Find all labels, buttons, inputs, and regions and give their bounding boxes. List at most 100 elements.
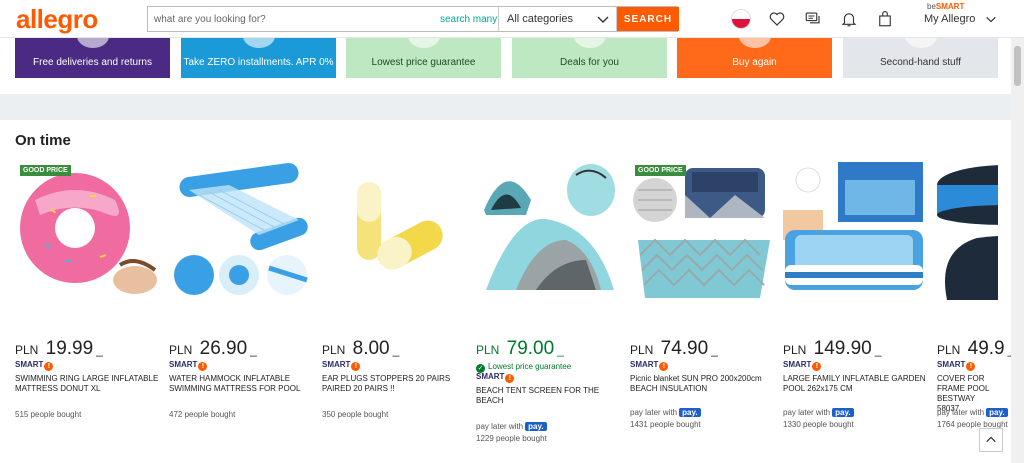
smart-icon: !	[966, 362, 976, 371]
shopping-bag-icon	[879, 10, 891, 27]
scrollbar-thumb[interactable]	[1014, 46, 1021, 86]
tile-label: Deals for you	[560, 57, 619, 68]
product-price: PLN 79.00 _	[476, 338, 564, 360]
allegro-logo[interactable]: allegro	[16, 4, 98, 35]
smart-label: SMART	[783, 360, 812, 369]
price-currency: PLN	[630, 343, 654, 357]
search-bar: search many All categories SEARCH	[147, 6, 679, 32]
price-currency: PLN	[937, 343, 961, 357]
back-to-top-button[interactable]	[979, 428, 1003, 452]
category-tile[interactable]: Free deliveries and returns	[15, 38, 170, 78]
page-scrollbar[interactable]	[1011, 38, 1024, 463]
product-price: PLN 26.90 _	[169, 338, 257, 360]
smart-badge: SMART!	[937, 360, 976, 371]
product-price: PLN 74.90 _	[630, 338, 718, 360]
lowest-price-label: Lowest price guarantee	[488, 362, 572, 371]
tile-icon	[573, 38, 606, 48]
smart-badge: SMART!	[630, 360, 669, 371]
smart-badge: SMART!	[476, 372, 515, 383]
pay-logo: pay.	[679, 408, 701, 417]
pay-later-label: pay later with	[630, 408, 678, 417]
tile-icon	[242, 38, 275, 48]
smart-label: SMART	[476, 372, 505, 381]
tile-icon	[738, 38, 771, 48]
category-tile[interactable]: Buy again	[677, 38, 832, 78]
product-title[interactable]: EAR PLUGS STOPPERS 20 PAIRS PAIRED 20 PA…	[322, 374, 467, 394]
product-image[interactable]	[169, 160, 312, 302]
category-select[interactable]: All categories	[499, 7, 617, 31]
people-bought: 350 people bought	[322, 410, 389, 419]
product-image[interactable]	[15, 160, 158, 302]
smart-badge: SMART!	[322, 360, 361, 371]
people-bought: 1330 people bought	[783, 420, 854, 429]
price-value: 49.9	[967, 338, 1005, 359]
product-image[interactable]	[322, 160, 465, 302]
price-currency: PLN	[322, 343, 346, 357]
product-title[interactable]: LARGE FAMILY INFLATABLE GARDEN POOL 262x…	[783, 374, 928, 394]
product-image[interactable]	[783, 160, 926, 302]
chat-icon	[805, 12, 820, 24]
price-value: 19.99	[45, 338, 94, 359]
product-card[interactable]: PLN 26.90 _ SMART! WATER HAMMOCK INFLATABLE…	[169, 160, 312, 460]
good-price-badge: GOOD PRICE	[20, 165, 71, 176]
category-tile[interactable]: Lowest price guarantee	[346, 38, 501, 78]
product-image[interactable]	[630, 160, 773, 302]
price-value: 26.90	[199, 338, 248, 359]
product-card[interactable]: PLN 79.00 _ ✓ Lowest price guarantee SMART! B…	[476, 160, 619, 460]
product-card[interactable]: PLN 8.00 _ SMART! EAR PLUGS STOPPERS 20 PAI…	[322, 160, 465, 460]
product-price: PLN 149.90 _	[783, 338, 881, 360]
product-card[interactable]: PLN 149.90 _ SMART! LARGE FAMILY INFLATABLE…	[783, 160, 926, 460]
pay-logo: pay.	[525, 422, 547, 431]
tile-label: Lowest price guarantee	[371, 57, 476, 68]
smart-badge: SMART!	[783, 360, 822, 371]
product-image[interactable]	[476, 160, 619, 302]
tile-label: Buy again	[732, 57, 777, 68]
product-title[interactable]: Picnic blanket SUN PRO 200x200cm BEACH I…	[630, 374, 775, 394]
pay-logo: pay.	[986, 408, 1008, 417]
tile-label: Take ZERO installments. APR 0%	[183, 57, 334, 68]
section-title: On time	[15, 132, 71, 149]
smart-icon: !	[505, 374, 515, 383]
product-price: PLN 19.99 _	[15, 338, 103, 360]
price-dash: _	[557, 343, 564, 357]
header-icons	[730, 8, 910, 30]
messages-button[interactable]	[802, 8, 824, 30]
product-title[interactable]: WATER HAMMOCK INFLATABLE SWIMMING MATTRE…	[169, 374, 314, 394]
search-button[interactable]: SEARCH	[617, 7, 679, 31]
category-tiles: Free deliveries and returns Take ZERO ins…	[15, 38, 1000, 78]
category-tile[interactable]: Take ZERO installments. APR 0%	[181, 38, 336, 78]
product-title[interactable]: BEACH TENT SCREEN FOR THE BEACH	[476, 386, 621, 406]
product-card[interactable]: PLN 49.9_SMART!COVER FOR FRAME POOL BEST…	[937, 160, 1011, 460]
price-dash: _	[250, 343, 257, 357]
poland-flag-icon	[731, 9, 751, 29]
category-tile[interactable]: Deals for you	[512, 38, 667, 78]
price-value: 8.00	[352, 338, 390, 359]
cart-button[interactable]	[874, 8, 896, 30]
pay-later-label: pay later with	[476, 422, 524, 431]
besmart-prefix: be	[927, 2, 936, 11]
smart-icon: !	[44, 362, 54, 371]
notifications-button[interactable]	[838, 8, 860, 30]
smart-icon: !	[198, 362, 208, 371]
product-title[interactable]: SWIMMING RING LARGE INFLATABLE MATTRESS …	[15, 374, 160, 394]
tile-label: Free deliveries and returns	[33, 57, 152, 68]
favorites-button[interactable]	[766, 8, 788, 30]
language-flag-button[interactable]	[730, 8, 752, 30]
product-image[interactable]	[937, 160, 998, 302]
product-card[interactable]: GOOD PRICE PLN 74.90 _ SMART! Picnic blanket…	[630, 160, 773, 460]
pay-later-label: pay later with	[783, 408, 831, 417]
price-value: 79.00	[506, 338, 555, 359]
product-price: PLN 49.9_	[937, 338, 1011, 360]
price-currency: PLN	[783, 343, 807, 357]
chevron-down-icon	[597, 16, 609, 23]
my-allegro-menu[interactable]: My Allegro	[924, 13, 997, 25]
price-dash: _	[874, 343, 882, 357]
product-card[interactable]: GOOD PRICE PLN 19.99 _ SMART! SWIMMING RING …	[15, 160, 158, 460]
heart-icon	[769, 12, 785, 26]
section-divider	[0, 94, 1011, 120]
category-tile[interactable]: Second-hand stuff	[843, 38, 998, 78]
pay-later-info: pay later with pay.	[783, 408, 854, 417]
search-many-link[interactable]: search many	[440, 14, 497, 25]
product-price: PLN 8.00 _	[322, 338, 399, 360]
people-bought: 515 people bought	[15, 410, 82, 419]
